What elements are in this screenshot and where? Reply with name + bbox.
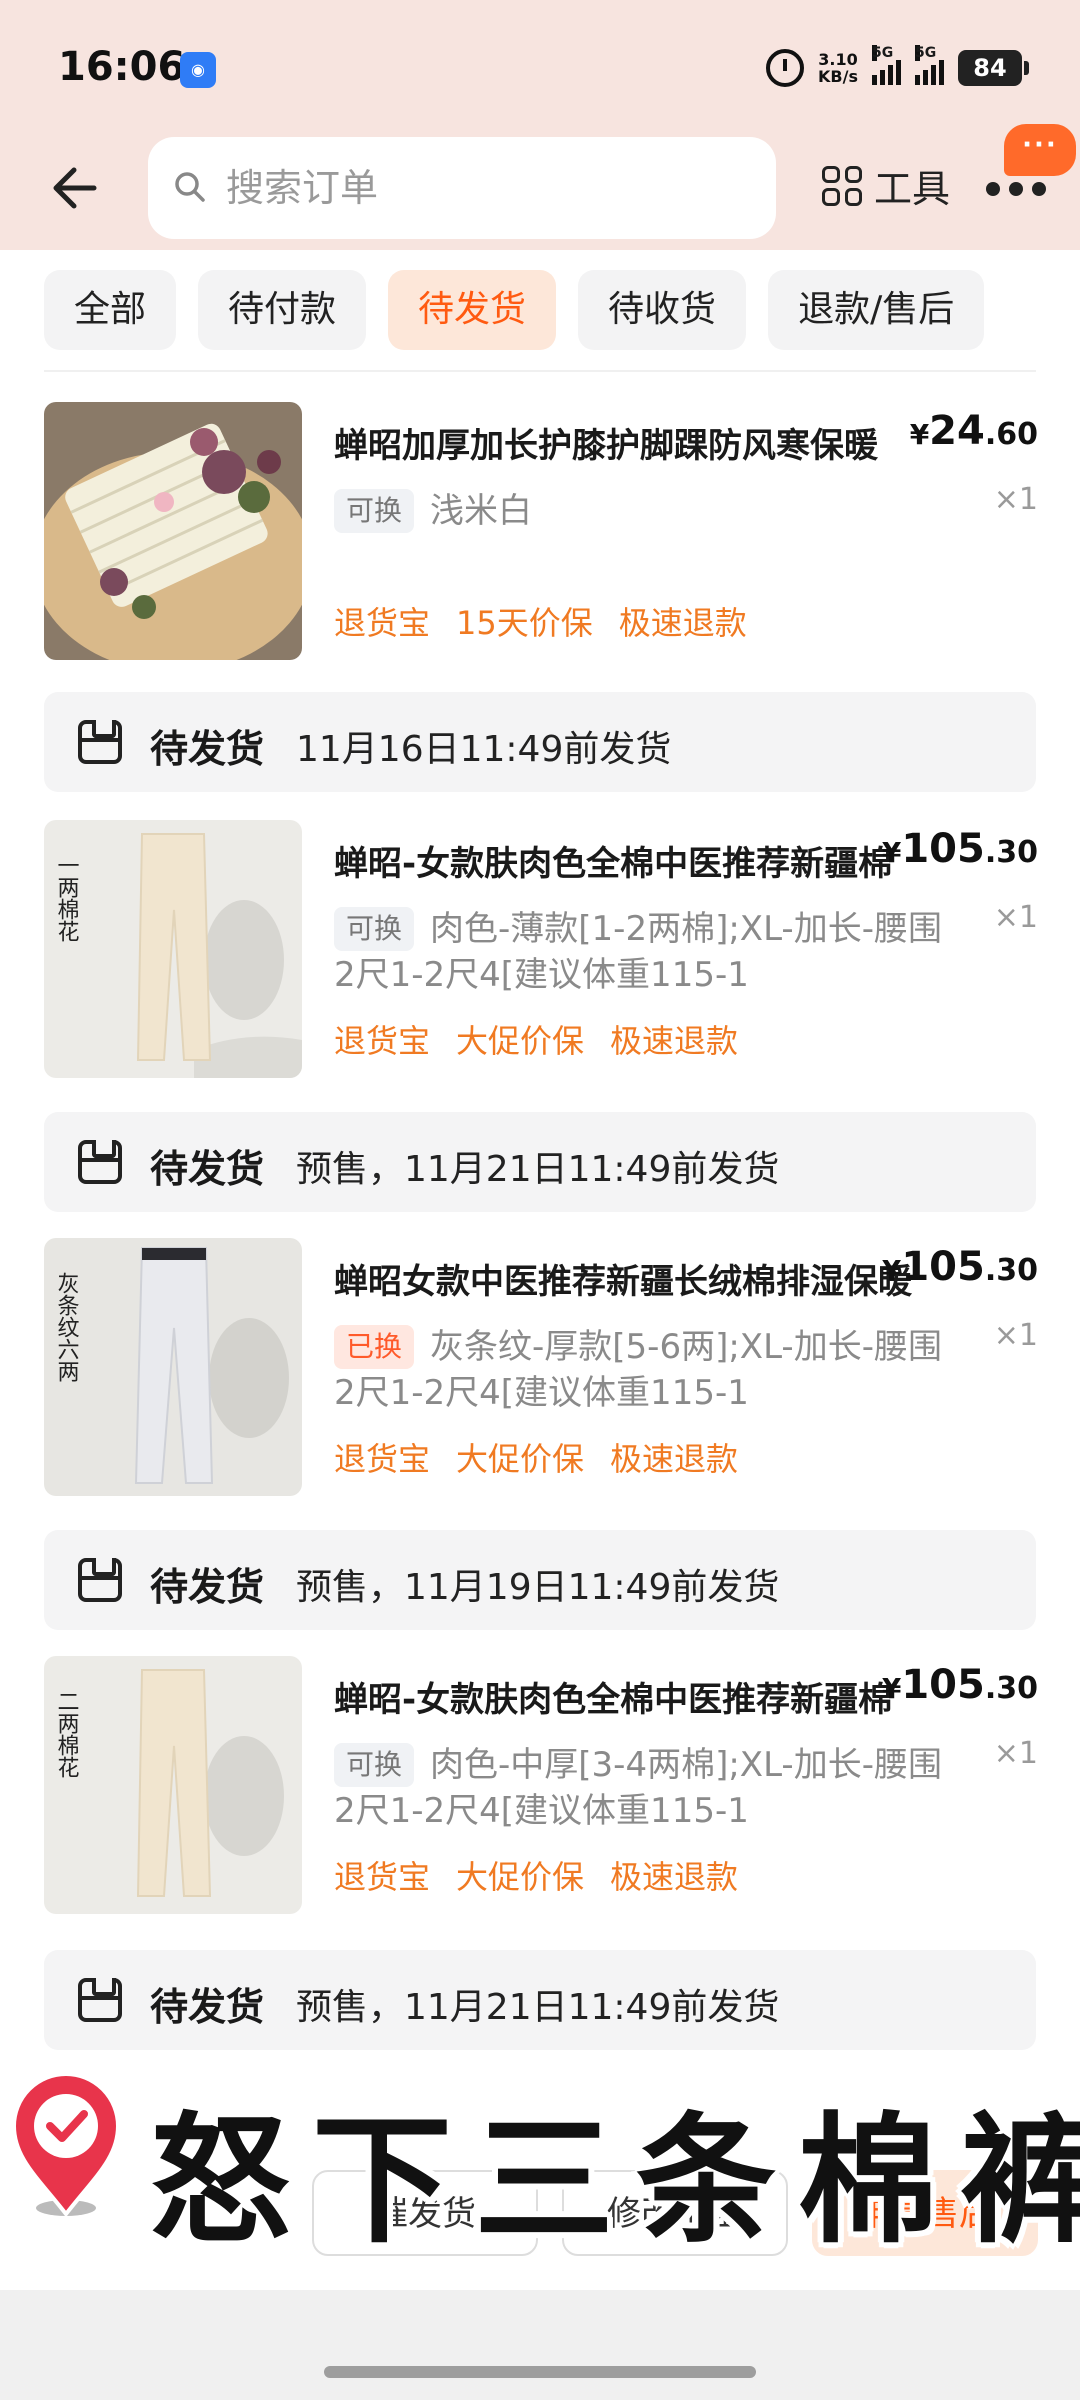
shipping-status: 待发货 — [150, 1985, 265, 2029]
shipping-status-row: 待发货 预售，11月19日11:49前发货 — [44, 1530, 1036, 1630]
search-input[interactable] — [226, 161, 746, 215]
caption-text: 怒下三条棉裤 — [150, 2100, 1080, 2263]
product-image[interactable]: 二两棉花 — [44, 1656, 302, 1914]
product-price: ¥105.30 — [881, 1662, 1038, 1708]
exchangeable-chip: 可换 — [334, 1743, 415, 1787]
exchangeable-chip: 可换 — [334, 907, 415, 951]
tab-pending-payment[interactable]: 待付款 — [198, 270, 367, 350]
search-icon — [175, 172, 205, 202]
product-title[interactable]: 蝉昭女款中医推荐新疆长绒棉排湿保暖 — [334, 1254, 924, 1303]
message-bubble-icon[interactable]: ··· — [1004, 124, 1076, 176]
network-speed: 3.10 KB/s — [818, 50, 858, 86]
tab-pending-receipt[interactable]: 待收货 — [578, 270, 747, 350]
check-pin-icon — [11, 2072, 121, 2218]
badge: 大促价保 — [456, 1440, 585, 1478]
shipping-status-row: 待发货 预售，11月21日11:49前发货 — [44, 1112, 1036, 1212]
badge: 极速退款 — [610, 1440, 739, 1478]
product-quantity: ×1 — [993, 900, 1038, 935]
order-item[interactable]: 灰条纹六两 蝉昭女款中医推荐新疆长绒棉排湿保暖 ¥105.30 ×1 已换 灰条纹… — [44, 1238, 1038, 1498]
bottom-bar — [0, 2290, 1080, 2400]
signal-icon-sim1: 5G — [872, 45, 901, 85]
home-indicator[interactable] — [324, 2366, 756, 2378]
notification-app-icon: ◉ — [180, 52, 216, 88]
product-price: ¥105.30 — [881, 826, 1038, 872]
shipping-status-row: 待发货 预售，11月21日11:49前发货 — [44, 1950, 1036, 2050]
more-menu-icon[interactable] — [986, 182, 1046, 196]
shipping-deadline: 预售，11月21日11:49前发货 — [296, 1149, 780, 1190]
search-bar[interactable] — [148, 137, 776, 239]
badge: 退货宝 — [334, 1022, 431, 1060]
package-icon — [78, 720, 122, 764]
image-caption: 灰条纹六两 — [54, 1272, 80, 1382]
badge: 大促价保 — [456, 1022, 585, 1060]
product-title[interactable]: 蝉昭加厚加长护膝护脚踝防风寒保暖 — [334, 418, 924, 467]
signal-icon-sim2: 5G — [915, 45, 944, 85]
product-image[interactable] — [44, 402, 302, 660]
badge: 退货宝 — [334, 1858, 431, 1896]
product-price: ¥24.60 — [909, 408, 1038, 454]
product-title[interactable]: 蝉昭-女款肤肉色全棉中医推荐新疆棉 — [334, 836, 924, 885]
shipping-status: 待发货 — [150, 1565, 265, 1609]
image-caption: 二两棉花 — [54, 1690, 80, 1778]
product-image[interactable]: 灰条纹六两 — [44, 1238, 302, 1496]
badge: 极速退款 — [610, 1022, 739, 1060]
shipping-status-row: 待发货 11月16日11:49前发货 — [44, 692, 1036, 792]
product-quantity: ×1 — [993, 482, 1038, 517]
product-spec: 可换 浅米白 — [334, 488, 954, 534]
caption-overlay: 怒下三条棉裤 — [0, 2058, 1080, 2263]
product-spec: 可换 肉色-中厚[3-4两棉];XL-加长-腰围2尺1-2尺4[建议体重115-1 — [334, 1743, 942, 1831]
tab-refund-aftersale[interactable]: 退款/售后 — [768, 270, 985, 350]
order-tabs: 全部 待付款 待发货 待收货 退款/售后 — [44, 270, 985, 350]
shipping-status: 待发货 — [150, 727, 265, 771]
shipping-deadline: 预售，11月21日11:49前发货 — [296, 1987, 780, 2028]
package-icon — [78, 1978, 122, 2022]
package-icon — [78, 1140, 122, 1184]
badge: 退货宝 — [334, 604, 431, 642]
product-spec: 已换 灰条纹-厚款[5-6两];XL-加长-腰围2尺1-2尺4[建议体重115-1 — [334, 1325, 942, 1413]
product-spec: 可换 肉色-薄款[1-2两棉];XL-加长-腰围2尺1-2尺4[建议体重115-1 — [334, 907, 942, 995]
product-quantity: ×1 — [993, 1736, 1038, 1771]
shipping-deadline: 预售，11月19日11:49前发货 — [296, 1567, 780, 1608]
tab-all[interactable]: 全部 — [44, 270, 177, 350]
grid-icon — [822, 165, 862, 206]
badge: 极速退款 — [618, 604, 747, 642]
alarm-icon — [766, 49, 805, 87]
battery-indicator: 84 — [958, 50, 1029, 86]
shipping-deadline: 11月16日11:49前发货 — [296, 729, 672, 770]
tab-pending-shipment[interactable]: 待发货 — [388, 270, 557, 350]
product-title[interactable]: 蝉昭-女款肤肉色全棉中医推荐新疆棉 — [334, 1672, 924, 1721]
exchangeable-chip: 可换 — [334, 489, 415, 533]
image-caption: 一两棉花 — [54, 854, 80, 942]
badge: 大促价保 — [456, 1858, 585, 1896]
order-item[interactable]: 二两棉花 蝉昭-女款肤肉色全棉中医推荐新疆棉 ¥105.30 ×1 可换 肉色-中… — [44, 1656, 1038, 1916]
service-badges: 退货宝 大促价保 极速退款 — [334, 1852, 738, 1898]
status-time: 16:06 — [58, 44, 186, 90]
package-icon — [78, 1558, 122, 1602]
product-quantity: ×1 — [993, 1318, 1038, 1353]
divider — [44, 370, 1036, 372]
tools-button[interactable]: 工具 — [822, 158, 950, 213]
tools-label: 工具 — [874, 167, 951, 211]
service-badges: 退货宝 大促价保 极速退款 — [334, 1434, 738, 1480]
badge: 退货宝 — [334, 1440, 431, 1478]
order-item[interactable]: 蝉昭加厚加长护膝护脚踝防风寒保暖 ¥24.60 ×1 可换 浅米白 退货宝 15天价… — [44, 402, 1038, 662]
badge: 15天价保 — [456, 604, 593, 642]
service-badges: 退货宝 大促价保 极速退款 — [334, 1016, 738, 1062]
product-price: ¥105.30 — [881, 1244, 1038, 1290]
shipping-status: 待发货 — [150, 1147, 265, 1191]
badge: 极速退款 — [610, 1858, 739, 1896]
exchanged-chip: 已换 — [334, 1325, 415, 1369]
product-image[interactable]: 一两棉花 — [44, 820, 302, 1078]
service-badges: 退货宝 15天价保 极速退款 — [334, 598, 747, 644]
status-bar: 16:06 ◉ 3.10 KB/s 5G 5G 84 — [0, 0, 1080, 130]
back-arrow-icon[interactable] — [44, 160, 100, 216]
order-item[interactable]: 一两棉花 蝉昭-女款肤肉色全棉中医推荐新疆棉 ¥105.30 ×1 可换 肉色-薄… — [44, 820, 1038, 1080]
